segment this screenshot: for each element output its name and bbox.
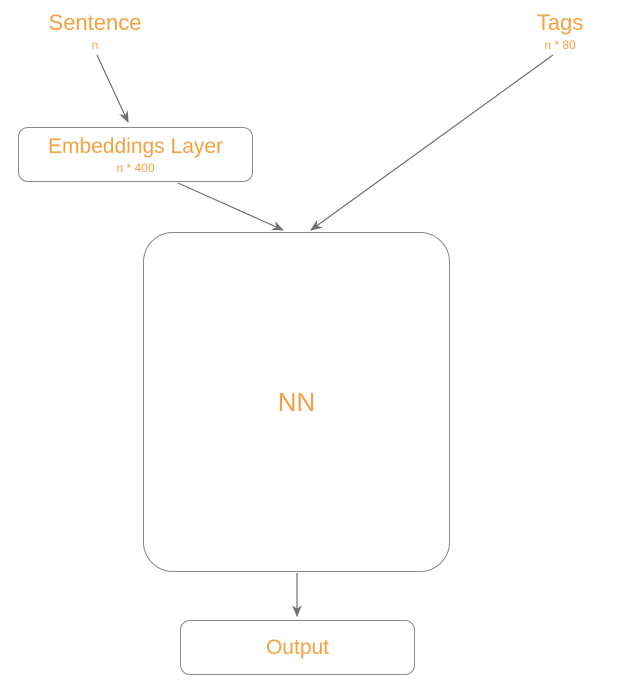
node-tags-subtitle: n * 80 — [505, 38, 615, 52]
node-tags: Tags n * 80 — [505, 10, 615, 53]
node-sentence-title: Sentence — [30, 10, 160, 36]
box-embeddings-title: Embeddings Layer — [48, 135, 223, 159]
box-nn: NN — [143, 232, 450, 572]
box-embeddings-subtitle: n * 400 — [116, 161, 154, 175]
node-sentence: Sentence n — [30, 10, 160, 53]
box-embeddings-layer: Embeddings Layer n * 400 — [18, 127, 253, 182]
node-tags-title: Tags — [505, 10, 615, 36]
box-output: Output — [180, 620, 415, 675]
box-nn-title: NN — [278, 387, 316, 418]
node-sentence-subtitle: n — [30, 38, 160, 52]
box-output-title: Output — [266, 636, 329, 660]
